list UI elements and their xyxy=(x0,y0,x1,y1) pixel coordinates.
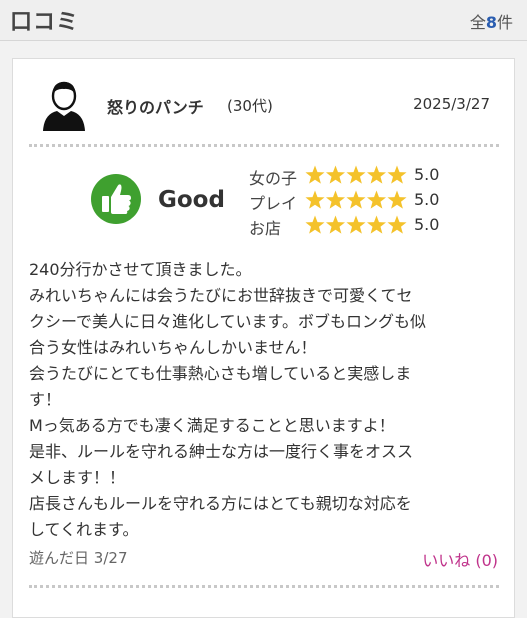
rating-label: プレイ xyxy=(249,194,298,213)
dotted-divider xyxy=(29,144,499,147)
page-title: 口コミ xyxy=(10,10,80,35)
star-icon xyxy=(366,215,387,234)
star-icon xyxy=(346,215,366,234)
star-icon xyxy=(325,165,346,184)
star-icon xyxy=(305,215,325,234)
user-avatar-icon xyxy=(43,81,85,131)
review-line: 合う女性はみれいちゃんしかいません！ xyxy=(29,338,317,357)
review-line: 是非、ルールを守れる紳士な方は一度行く事をオスス xyxy=(29,442,414,461)
star-icon xyxy=(387,190,407,209)
dotted-divider xyxy=(29,585,499,588)
review-count: 全8件 xyxy=(470,9,513,33)
rating-score: 5.0 xyxy=(414,190,440,209)
review-line: す！ xyxy=(29,390,62,409)
review-card: 怒りのパンチ (30代) 2025/3/27 Good 女の子 5.0 プレイ … xyxy=(12,58,515,618)
star-rating xyxy=(305,165,407,184)
like-button[interactable]: いいね (0) xyxy=(422,547,498,571)
rating-row: プレイ 5.0 xyxy=(249,188,469,213)
star-rating xyxy=(305,190,407,209)
star-icon xyxy=(346,165,366,184)
star-rating xyxy=(305,215,407,234)
review-body: 240分行かさせて頂きました。 みれいちゃんには会うたびにお世辞抜きで可愛くてセ… xyxy=(29,257,501,543)
rating-row: 女の子 5.0 xyxy=(249,163,469,188)
star-icon xyxy=(346,190,366,209)
review-line: メします！！ xyxy=(29,468,126,487)
star-icon xyxy=(387,165,407,184)
review-line: クシーで美人に日々進化しています。ボブもロングも似 xyxy=(29,312,426,331)
star-icon xyxy=(325,215,346,234)
star-icon xyxy=(387,215,407,234)
visited-label: 遊んだ日 xyxy=(29,549,90,567)
visited-date-value: 3/27 xyxy=(93,549,128,567)
review-line: 240分行かさせて頂きました。 xyxy=(29,260,252,279)
rating-score: 5.0 xyxy=(414,165,440,184)
like-count: (0) xyxy=(475,551,498,570)
page-header: 口コミ 全8件 xyxy=(0,0,527,41)
rating-label: 女の子 xyxy=(249,169,298,188)
review-count-prefix: 全 xyxy=(469,13,486,32)
like-label: いいね xyxy=(422,551,471,570)
reviewer-age: (30代) xyxy=(227,97,273,115)
star-icon xyxy=(366,190,387,209)
review-line: 会うたびにとても仕事熱心さも増していると実感しま xyxy=(29,364,412,383)
review-line: 店長さんもルールを守れる方にはとても親切な対応を xyxy=(29,494,412,513)
review-date: 2025/3/27 xyxy=(413,95,490,113)
review-line: Mっ気ある方でも凄く満足することと思いますよ！ xyxy=(29,416,395,435)
review-line: してくれます。 xyxy=(29,520,139,539)
rating-row: お店 5.0 xyxy=(249,213,469,238)
visited-date: 遊んだ日 3/27 xyxy=(29,547,127,568)
review-count-suffix: 件 xyxy=(496,13,513,32)
verdict-label: Good xyxy=(158,187,225,213)
reviewer-name: 怒りのパンチ xyxy=(107,98,204,117)
review-line: みれいちゃんには会うたびにお世辞抜きで可愛くてセ xyxy=(29,286,413,305)
star-icon xyxy=(366,165,387,184)
rating-label: お店 xyxy=(249,219,282,238)
thumbs-up-icon xyxy=(91,174,141,224)
star-icon xyxy=(305,190,325,209)
star-icon xyxy=(305,165,325,184)
review-count-number: 8 xyxy=(485,13,497,32)
ratings-list: 女の子 5.0 プレイ 5.0 お店 5.0 xyxy=(249,163,469,238)
star-icon xyxy=(325,190,346,209)
rating-score: 5.0 xyxy=(414,215,440,234)
